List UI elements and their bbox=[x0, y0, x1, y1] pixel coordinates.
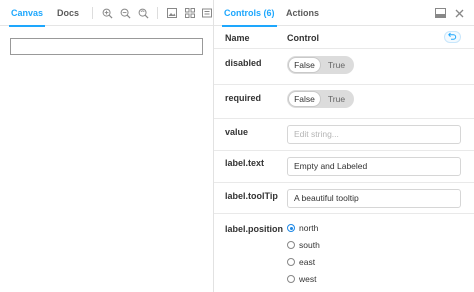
toggle-option-false[interactable]: False bbox=[289, 92, 320, 106]
control-row-label-tooltip: label.toolTip A beautiful tooltip bbox=[214, 183, 474, 214]
radio-button[interactable] bbox=[287, 241, 295, 249]
radio-option-south[interactable]: south bbox=[287, 239, 320, 251]
zoom-in-icon[interactable] bbox=[101, 7, 113, 19]
canvas-text-field[interactable] bbox=[10, 38, 203, 55]
radio-label: east bbox=[299, 257, 316, 267]
tab-actions[interactable]: Actions bbox=[284, 0, 321, 26]
label-tooltip-input[interactable]: A beautiful tooltip bbox=[287, 189, 461, 208]
tab-docs[interactable]: Docs bbox=[55, 0, 81, 26]
zoom-reset-icon[interactable] bbox=[137, 7, 149, 19]
toggle-option-true[interactable]: True bbox=[321, 58, 352, 72]
disabled-boolean-toggle[interactable]: False True bbox=[287, 56, 354, 74]
grid-icon[interactable] bbox=[184, 7, 196, 19]
control-name-required: required bbox=[225, 93, 262, 103]
tab-controls[interactable]: Controls (6) bbox=[222, 0, 277, 27]
viewport-icon[interactable] bbox=[201, 7, 213, 19]
control-name-label-position: label.position bbox=[225, 224, 284, 234]
controls-table-header: Name Control bbox=[214, 27, 474, 49]
control-row-label-text: label.text Empty and Labeled bbox=[214, 151, 474, 183]
toolbar-separator bbox=[92, 7, 93, 19]
background-icon[interactable] bbox=[166, 7, 178, 19]
column-header-name: Name bbox=[225, 33, 250, 43]
radio-option-east[interactable]: east bbox=[287, 256, 315, 268]
required-boolean-toggle[interactable]: False True bbox=[287, 90, 354, 108]
value-text-input[interactable]: Edit string... bbox=[287, 125, 461, 144]
control-row-label-position: label.position north south east west bbox=[214, 214, 474, 292]
toggle-option-false[interactable]: False bbox=[289, 58, 320, 72]
control-row-required: required False True bbox=[214, 85, 474, 119]
radio-label: west bbox=[299, 274, 317, 284]
control-name-label-text: label.text bbox=[225, 158, 265, 168]
tab-canvas[interactable]: Canvas bbox=[9, 0, 46, 27]
control-row-value: value Edit string... bbox=[214, 119, 474, 151]
zoom-out-icon[interactable] bbox=[119, 7, 131, 19]
radio-option-west[interactable]: west bbox=[287, 273, 316, 285]
control-row-disabled: disabled False True bbox=[214, 50, 474, 85]
left-tab-bar: Canvas Docs bbox=[0, 0, 213, 27]
toolbar-separator bbox=[157, 7, 158, 19]
control-name-label-tooltip: label.toolTip bbox=[225, 191, 278, 201]
radio-label: south bbox=[299, 240, 320, 250]
undo-icon bbox=[448, 32, 457, 42]
control-name-disabled: disabled bbox=[225, 58, 262, 68]
radio-option-north[interactable]: north bbox=[287, 222, 318, 234]
radio-label: north bbox=[299, 223, 319, 233]
close-icon[interactable] bbox=[453, 7, 465, 19]
column-header-control: Control bbox=[287, 33, 319, 43]
radio-button[interactable] bbox=[287, 275, 295, 283]
canvas-panel: Canvas Docs bbox=[0, 0, 213, 292]
addons-panel: Controls (6) Actions Name Control disabl… bbox=[214, 0, 474, 292]
control-name-value: value bbox=[225, 127, 249, 137]
toggle-option-true[interactable]: True bbox=[321, 92, 352, 106]
radio-button-selected[interactable] bbox=[287, 224, 295, 232]
addon-tab-bar: Controls (6) Actions bbox=[214, 0, 474, 27]
reset-controls-button[interactable] bbox=[444, 31, 461, 43]
panel-position-icon[interactable] bbox=[434, 7, 446, 19]
label-text-input[interactable]: Empty and Labeled bbox=[287, 157, 461, 176]
radio-button[interactable] bbox=[287, 258, 295, 266]
